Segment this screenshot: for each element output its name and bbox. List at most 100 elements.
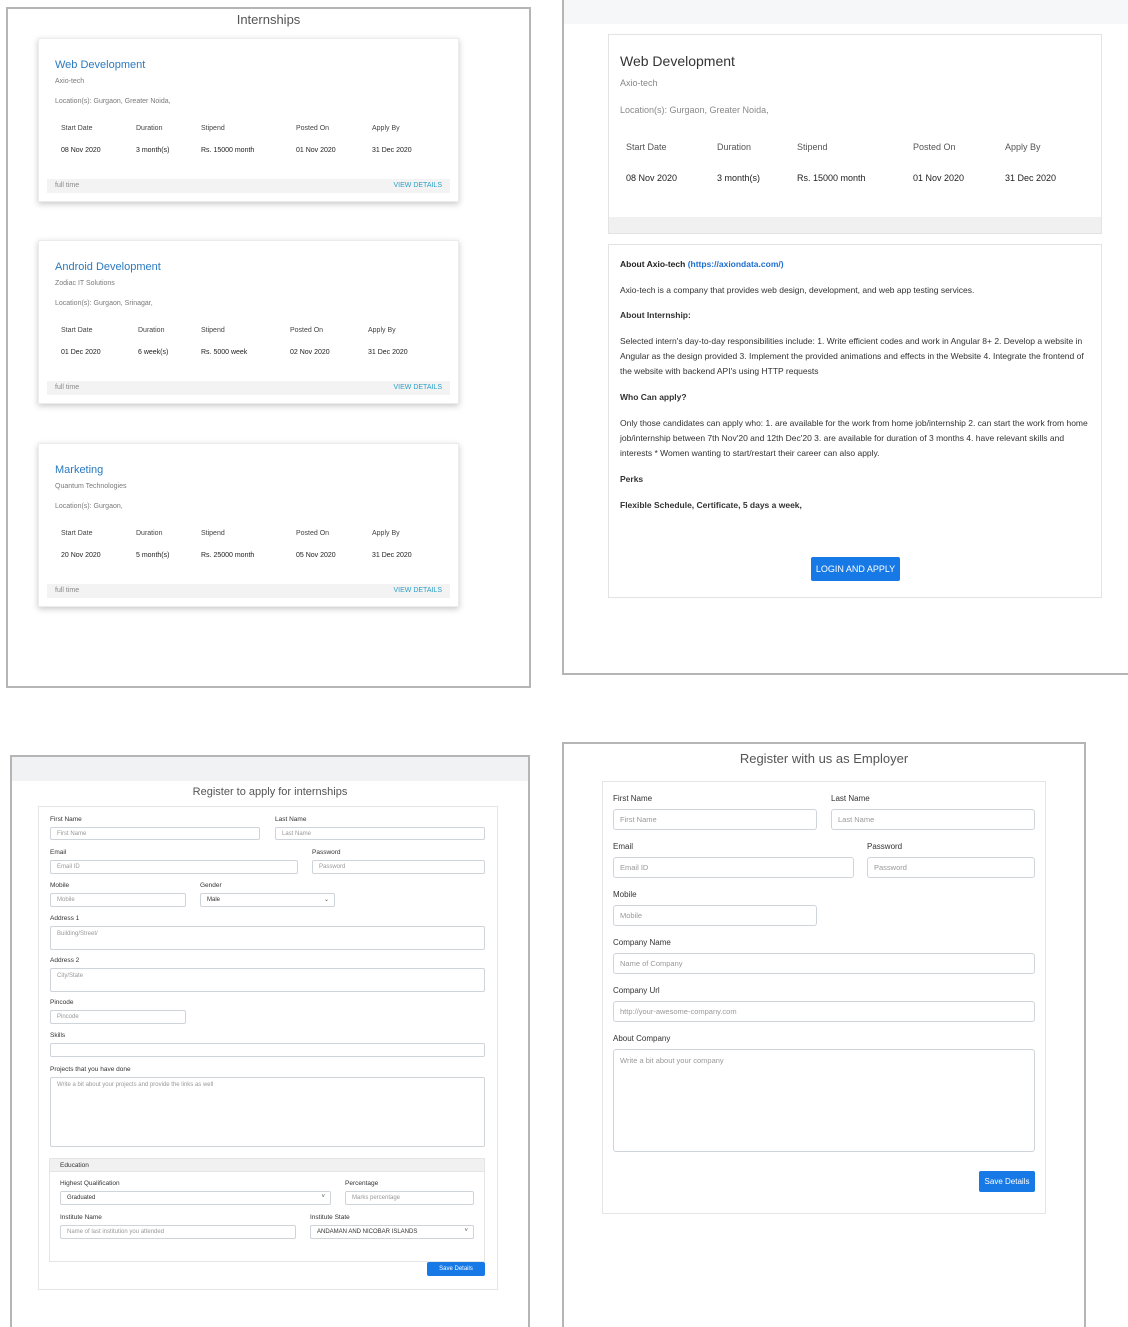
- about-internship-text: Selected intern's day-to-day responsibil…: [620, 336, 1084, 376]
- location-text: Location(s): Gurgaon, Greater Noida,: [55, 98, 171, 105]
- gender-select[interactable]: Male ⌄: [200, 893, 335, 907]
- student-form-title: Register to apply for internships: [192, 786, 348, 798]
- job-type: full time: [55, 587, 80, 594]
- about-internship-heading: About Internship:: [620, 310, 691, 320]
- address2-textarea[interactable]: City/State: [50, 968, 485, 992]
- mobile-label: Mobile: [50, 882, 70, 889]
- detail-header-start-date: Start Date: [626, 142, 667, 152]
- internship-title-link[interactable]: Web Development: [55, 59, 145, 71]
- apply-by-value: 31 Dec 2020: [372, 147, 412, 154]
- who-can-apply-text: Only those candidates can apply who: 1. …: [620, 418, 1088, 458]
- header-start-date: Start Date: [61, 327, 93, 334]
- card-footer: full time VIEW DETAILS: [47, 179, 450, 193]
- company-name: Axio-tech: [55, 78, 85, 85]
- job-type: full time: [55, 384, 80, 391]
- internship-title-link[interactable]: Android Development: [55, 261, 161, 273]
- company-name: Quantum Technologies: [55, 483, 127, 490]
- employer-form-title: Register with us as Employer: [739, 751, 909, 766]
- qualification-value: Graduated: [67, 1195, 96, 1201]
- location-text: Location(s): Gurgaon,: [55, 503, 123, 510]
- duration-value: 3 month(s): [136, 147, 170, 154]
- job-type: full time: [55, 182, 80, 189]
- institute-name-input[interactable]: Name of last institution you attended: [60, 1225, 296, 1239]
- start-date-value: 01 Dec 2020: [61, 349, 101, 356]
- detail-posted-on: 01 Nov 2020: [913, 173, 965, 183]
- header-apply-by: Apply By: [372, 125, 400, 132]
- header-apply-by: Apply By: [372, 530, 400, 537]
- stipend-value: Rs. 25000 month: [201, 552, 255, 559]
- company-name: Zodiac IT Solutions: [55, 280, 115, 287]
- email-input[interactable]: Email ID: [50, 860, 298, 874]
- institute-state-select[interactable]: ANDAMAN AND NICOBAR ISLANDS ˅: [310, 1225, 474, 1239]
- gender-label: Gender: [200, 882, 222, 889]
- card-footer: full time VIEW DETAILS: [47, 381, 450, 395]
- chevron-down-icon: ˅: [321, 1194, 325, 1200]
- password-label: Password: [312, 849, 341, 856]
- internship-card-web-development: Web Development Axio-tech Location(s): G…: [38, 38, 459, 202]
- mobile-input[interactable]: Mobile: [613, 905, 817, 926]
- password-label: Password: [867, 842, 903, 851]
- company-website-link[interactable]: (https://axiondata.com/): [688, 259, 784, 269]
- first-name-input[interactable]: First Name: [50, 827, 260, 840]
- projects-textarea[interactable]: Write a bit about your projects and prov…: [50, 1077, 485, 1147]
- chevron-down-icon: ⌄: [323, 897, 329, 903]
- address1-textarea[interactable]: Building/Street/: [50, 926, 485, 950]
- header-stipend: Stipend: [201, 530, 225, 537]
- header-stipend: Stipend: [201, 125, 225, 132]
- detail-title: Web Development: [620, 53, 735, 69]
- email-label: Email: [50, 849, 67, 856]
- password-input[interactable]: Password: [312, 860, 485, 874]
- mobile-input[interactable]: Mobile: [50, 893, 186, 907]
- login-and-apply-button[interactable]: LOGIN AND APPLY: [811, 557, 900, 581]
- email-input[interactable]: Email ID: [613, 857, 854, 878]
- pincode-input[interactable]: Pincode: [50, 1010, 186, 1024]
- internships-list-panel: Internships Web Development Axio-tech Lo…: [6, 7, 531, 688]
- header-apply-by: Apply By: [368, 327, 396, 334]
- detail-stipend: Rs. 15000 month: [797, 173, 866, 183]
- gender-value: Male: [207, 897, 221, 903]
- about-company-heading: About Axio-tech (https://axiondata.com/): [620, 257, 1090, 272]
- institute-state-label: Institute State: [310, 1214, 350, 1221]
- projects-label: Projects that you have done: [50, 1066, 131, 1073]
- save-details-button[interactable]: Save Details: [427, 1262, 485, 1276]
- internship-card-marketing: Marketing Quantum Technologies Location(…: [38, 443, 459, 607]
- duration-value: 6 week(s): [138, 349, 169, 356]
- first-name-input[interactable]: First Name: [613, 809, 817, 830]
- detail-summary-card: Web Development Axio-tech Location(s): G…: [608, 34, 1102, 234]
- last-name-input[interactable]: Last Name: [831, 809, 1035, 830]
- header-duration: Duration: [136, 125, 163, 132]
- view-details-link[interactable]: VIEW DETAILS: [394, 384, 443, 391]
- posted-on-value: 01 Nov 2020: [296, 147, 336, 154]
- student-register-panel: Register to apply for internships First …: [10, 755, 530, 1327]
- qualification-select[interactable]: Graduated ˅: [60, 1191, 331, 1205]
- password-input[interactable]: Password: [867, 857, 1035, 878]
- view-details-link[interactable]: VIEW DETAILS: [394, 587, 443, 594]
- start-date-value: 20 Nov 2020: [61, 552, 101, 559]
- header-stipend: Stipend: [201, 327, 225, 334]
- header-posted-on: Posted On: [290, 327, 324, 334]
- address2-label: Address 2: [50, 957, 80, 964]
- skills-input[interactable]: [50, 1043, 485, 1057]
- company-url-input[interactable]: http://your-awesome-company.com: [613, 1001, 1035, 1022]
- internship-title-link[interactable]: Marketing: [55, 464, 103, 476]
- header-duration: Duration: [138, 327, 165, 334]
- last-name-input[interactable]: Last Name: [275, 827, 485, 840]
- stipend-value: Rs. 5000 week: [201, 349, 248, 356]
- internships-heading: Internships: [236, 12, 301, 27]
- detail-header-posted-on: Posted On: [913, 142, 956, 152]
- about-company-textarea[interactable]: Write a bit about your company: [613, 1049, 1035, 1152]
- student-form-card: First Name First Name Last Name Last Nam…: [38, 806, 498, 1290]
- company-name-input[interactable]: Name of Company: [613, 953, 1035, 974]
- education-heading: Education: [60, 1162, 89, 1169]
- chevron-down-icon: ˅: [464, 1228, 468, 1234]
- view-details-link[interactable]: VIEW DETAILS: [394, 182, 443, 189]
- address1-label: Address 1: [50, 915, 80, 922]
- internship-detail-panel: Web Development Axio-tech Location(s): G…: [562, 0, 1128, 675]
- detail-header-stipend: Stipend: [797, 142, 828, 152]
- start-date-value: 08 Nov 2020: [61, 147, 101, 154]
- save-details-button[interactable]: Save Details: [979, 1171, 1035, 1192]
- apply-by-value: 31 Dec 2020: [372, 552, 412, 559]
- header-posted-on: Posted On: [296, 530, 330, 537]
- percentage-input[interactable]: Marks percentage: [345, 1191, 474, 1205]
- posted-on-value: 02 Nov 2020: [290, 349, 330, 356]
